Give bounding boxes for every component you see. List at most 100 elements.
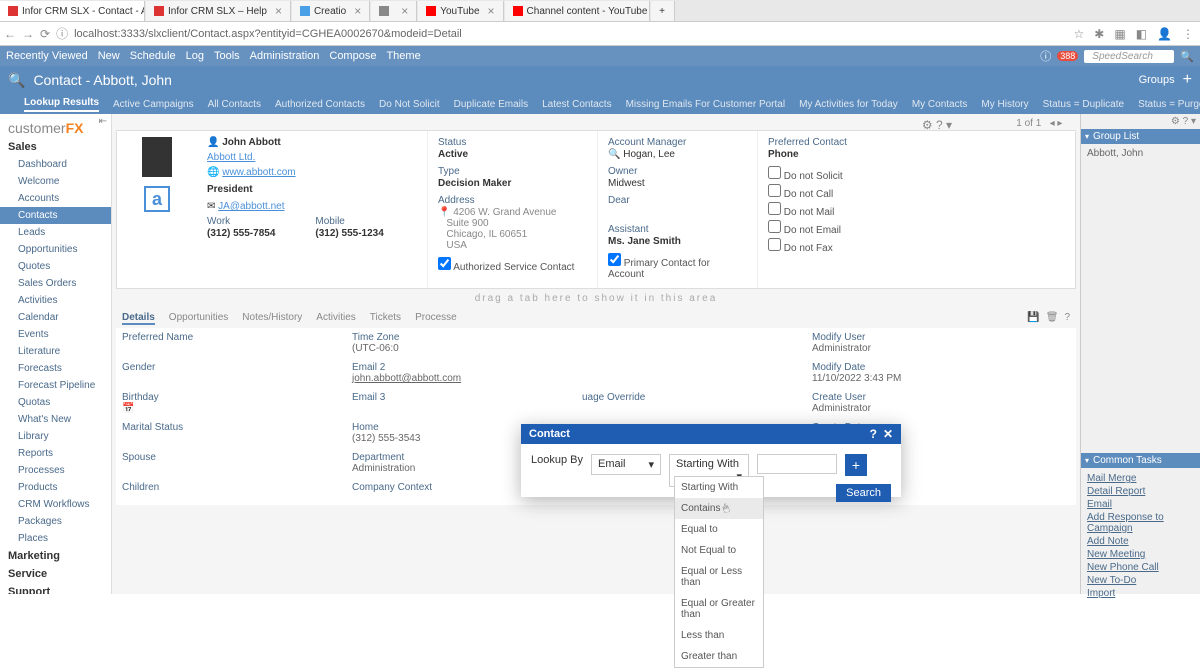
new-tab-button[interactable]: + — [651, 1, 675, 21]
close-icon[interactable]: × — [275, 4, 282, 18]
browser-tab[interactable]: Creatio× — [292, 1, 370, 21]
nav-item[interactable]: Dashboard — [0, 156, 111, 173]
avatar-icon[interactable]: 👤 — [1157, 27, 1172, 41]
tab-details[interactable]: Details — [122, 312, 155, 325]
alert-icon[interactable]: ⓘ — [1040, 48, 1051, 64]
common-tasks-header[interactable]: ▾Common Tasks — [1081, 453, 1200, 468]
close-icon[interactable]: × — [354, 4, 361, 18]
toolbar-item[interactable]: Compose — [329, 50, 376, 62]
dropdown-option[interactable]: Starting With — [675, 477, 763, 498]
nav-item[interactable]: Sales Orders — [0, 275, 111, 292]
task-link[interactable]: Mail Merge — [1087, 472, 1194, 485]
lookup-value-input[interactable] — [757, 454, 837, 474]
toolbar-item[interactable]: Recently Viewed — [6, 50, 88, 62]
nav-section[interactable]: Marketing — [0, 547, 111, 565]
url-field[interactable]: localhost:3333/slxclient/Contact.aspx?en… — [74, 28, 1065, 40]
dropdown-option[interactable]: Greater than — [675, 646, 763, 667]
star-icon[interactable]: ☆ — [1074, 27, 1085, 41]
toolbar-item[interactable]: Tools — [214, 50, 240, 62]
subnav-item[interactable]: Latest Contacts — [542, 99, 611, 110]
email2-link[interactable]: john.abbott@abbott.com — [352, 373, 582, 384]
toolbar-item[interactable]: Log — [186, 50, 204, 62]
toolbar-item[interactable]: New — [98, 50, 120, 62]
task-link[interactable]: Detail Report — [1087, 485, 1194, 498]
dnf-checkbox[interactable]: Do not Fax — [768, 238, 897, 254]
search-button[interactable]: Search — [836, 484, 891, 502]
dropdown-option[interactable]: Less than — [675, 625, 763, 646]
tab-item[interactable]: Notes/History — [242, 312, 302, 325]
nav-item[interactable]: Activities — [0, 292, 111, 309]
add-condition-button[interactable]: + — [845, 454, 867, 476]
task-link[interactable]: New To-Do — [1087, 574, 1194, 587]
forward-icon[interactable]: → — [22, 27, 34, 41]
dropdown-option[interactable]: Not Equal to — [675, 540, 763, 561]
nav-item[interactable]: Quotas — [0, 394, 111, 411]
back-icon[interactable]: ← — [4, 27, 16, 41]
nav-item[interactable]: Library — [0, 428, 111, 445]
nav-item[interactable]: Opportunities — [0, 241, 111, 258]
subnav-item[interactable]: Duplicate Emails — [454, 99, 528, 110]
nav-item[interactable]: Reports — [0, 445, 111, 462]
subnav-item[interactable]: Lookup Results — [24, 97, 99, 112]
nav-item[interactable]: Quotes — [0, 258, 111, 275]
browser-tab[interactable]: YouTube× — [418, 1, 503, 21]
tab-item[interactable]: Processe — [415, 312, 457, 325]
tab-item[interactable]: Activities — [316, 312, 355, 325]
reload-icon[interactable]: ⟳ — [40, 27, 50, 41]
subnav-item[interactable]: Missing Emails For Customer Portal — [626, 99, 785, 110]
info-icon[interactable]: ⓘ — [56, 25, 68, 42]
save-icon[interactable]: 💾 — [1027, 312, 1039, 325]
nav-item[interactable]: Leads — [0, 224, 111, 241]
nav-item-contacts[interactable]: Contacts — [0, 207, 111, 224]
subnav-item[interactable]: My History — [981, 99, 1028, 110]
gear-icon[interactable]: ⚙ ? ▾ — [922, 118, 952, 132]
subnav-item[interactable]: My Contacts — [912, 99, 968, 110]
dnm-checkbox[interactable]: Do not Mail — [768, 202, 897, 218]
task-link[interactable]: Add Response to Campaign — [1087, 511, 1194, 535]
extension-icon[interactable]: ✱ — [1094, 27, 1104, 41]
group-list-item[interactable]: Abbott, John — [1081, 144, 1200, 163]
nav-item[interactable]: What's New — [0, 411, 111, 428]
browser-tab[interactable]: Channel content - YouTube Stu× — [505, 1, 650, 21]
search-icon[interactable]: 🔍 — [1180, 50, 1194, 63]
extension-icon[interactable]: ◧ — [1136, 27, 1147, 41]
subnav-item[interactable]: Do Not Solicit — [379, 99, 440, 110]
group-list-header[interactable]: ▾Group List — [1081, 129, 1200, 144]
nav-item[interactable]: Literature — [0, 343, 111, 360]
toolbar-item[interactable]: Schedule — [130, 50, 176, 62]
nav-section-sales[interactable]: Sales — [0, 138, 111, 156]
subnav-item[interactable]: Active Campaigns — [113, 99, 194, 110]
account-link[interactable]: Abbott Ltd. — [207, 152, 417, 163]
close-icon[interactable]: × — [401, 4, 408, 18]
web-link[interactable]: www.abbott.com — [222, 167, 295, 178]
nav-item[interactable]: CRM Workflows — [0, 496, 111, 513]
nav-section[interactable]: Support — [0, 583, 111, 594]
lookup-field-select[interactable]: Email ▾ — [591, 454, 661, 475]
menu-icon[interactable]: ⋮ — [1182, 27, 1194, 41]
dnc-checkbox[interactable]: Do not Call — [768, 184, 897, 200]
add-button[interactable]: + — [1183, 71, 1192, 89]
authorized-checkbox[interactable]: Authorized Service Contact — [438, 257, 587, 273]
dropdown-option[interactable]: Contains🖱 — [675, 498, 763, 519]
close-icon[interactable]: × — [488, 4, 495, 18]
help-icon[interactable]: ? — [870, 427, 877, 441]
email-link[interactable]: JA@abbott.net — [218, 201, 284, 212]
speedsearch-input[interactable]: SpeedSearch — [1084, 50, 1174, 63]
nav-item[interactable]: Accounts — [0, 190, 111, 207]
dropdown-option[interactable]: Equal or Greater than — [675, 593, 763, 625]
groups-button[interactable]: Groups — [1139, 74, 1175, 86]
nav-item[interactable]: Forecast Pipeline — [0, 377, 111, 394]
nav-item[interactable]: Products — [0, 479, 111, 496]
task-link[interactable]: Add Note — [1087, 535, 1194, 548]
task-link[interactable]: New Phone Call — [1087, 561, 1194, 574]
pin-icon[interactable]: ⇤ — [99, 116, 107, 127]
browser-tab[interactable]: × — [371, 1, 417, 21]
nav-item[interactable]: Processes — [0, 462, 111, 479]
help-icon[interactable]: ? — [1064, 312, 1070, 325]
dne-checkbox[interactable]: Do not Email — [768, 220, 897, 236]
nav-item[interactable]: Welcome — [0, 173, 111, 190]
task-link[interactable]: New Meeting — [1087, 548, 1194, 561]
dropdown-option[interactable]: Equal to — [675, 519, 763, 540]
subnav-item[interactable]: All Contacts — [208, 99, 261, 110]
subnav-item[interactable]: Status = Purge — [1138, 99, 1200, 110]
